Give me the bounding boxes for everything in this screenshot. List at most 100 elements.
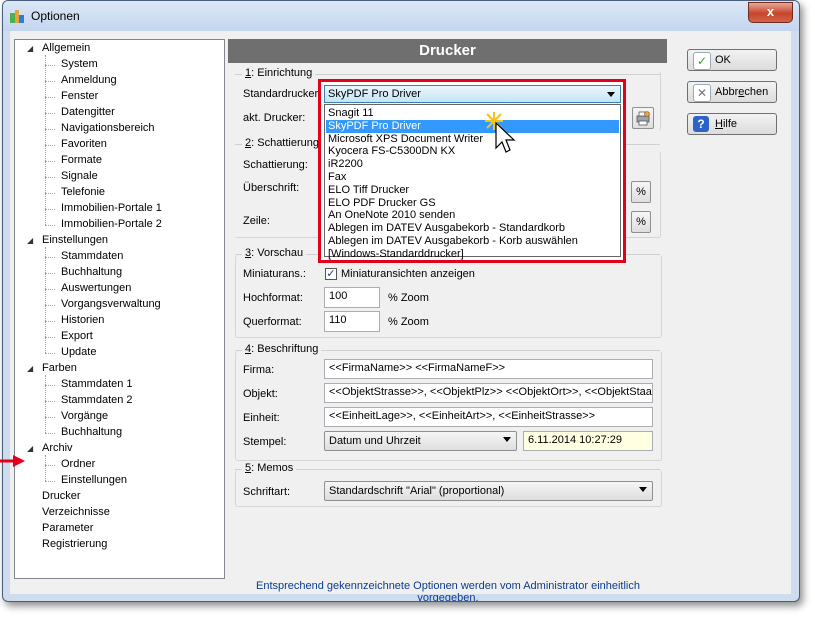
ok-check-icon: ✓ [693, 52, 711, 70]
printer-option[interactable]: Ablegen im DATEV Ausgabekorb - Standardk… [326, 222, 619, 235]
tree-connector [45, 113, 55, 114]
printer-options-list[interactable]: Snagit 11 SkyPDF Pro Driver Microsoft XPS … [324, 104, 621, 260]
window-title: Optionen [31, 9, 80, 23]
expand-toggle-icon[interactable]: ◢ [27, 364, 33, 373]
tree-item[interactable]: Update [61, 345, 96, 360]
printer-option[interactable]: ELO PDF Drucker GS [326, 197, 619, 210]
tree-item[interactable]: Formate [61, 153, 102, 168]
close-button[interactable]: x [748, 2, 793, 23]
querformat-input[interactable]: 110 [324, 311, 380, 332]
schriftart-select-value: Standardschrift "Arial" (proportional) [329, 485, 505, 497]
tree-item[interactable]: Vorgänge [61, 409, 108, 424]
expand-toggle-icon[interactable]: ◢ [27, 236, 33, 245]
tree-item[interactable]: Stammdaten 2 [61, 393, 133, 408]
tree-connector [45, 321, 55, 322]
printer-settings-button[interactable] [632, 107, 654, 129]
tree-connector [45, 129, 55, 130]
miniaturans-label: Miniaturans.: [243, 268, 306, 280]
printer-option[interactable]: Snagit 11 [326, 107, 619, 120]
printer-option[interactable]: iR2200 [326, 158, 619, 171]
tree-item[interactable]: Anmeldung [61, 73, 117, 88]
tree-connector [45, 257, 55, 258]
chevron-down-icon [639, 487, 647, 492]
tree-item[interactable]: Signale [61, 169, 98, 184]
ok-button[interactable]: ✓ OK [687, 49, 777, 71]
standarddrucker-select[interactable]: SkyPDF Pro Driver [324, 85, 621, 103]
einrichtung-title: 1: Einrichtung [242, 67, 316, 79]
printer-dropdown-frame: SkyPDF Pro Driver Snagit 11 SkyPDF Pro Dr… [318, 79, 626, 263]
printer-option[interactable]: Kyocera FS-C5300DN KX [326, 145, 619, 158]
tree-item[interactable]: Favoriten [61, 137, 107, 152]
tree-item[interactable]: Einstellungen [42, 233, 108, 248]
tree-item[interactable]: Buchhaltung [61, 265, 122, 280]
hilfe-label: Hilfe [715, 118, 738, 130]
miniaturans-checkbox[interactable]: ✓ [325, 268, 337, 280]
firma-label: Firma: [243, 364, 275, 376]
tree-item[interactable]: Allgemein [42, 41, 90, 56]
tree-item[interactable]: Export [61, 329, 93, 344]
tree-item[interactable]: Einstellungen [61, 473, 127, 488]
expand-toggle-icon[interactable]: ◢ [27, 44, 33, 53]
tree-item[interactable]: Archiv [42, 441, 73, 456]
schriftart-select[interactable]: Standardschrift "Arial" (proportional) [324, 481, 653, 501]
printer-option[interactable]: Ablegen im DATEV Ausgabekorb - Korb ausw… [326, 235, 619, 248]
tree-item[interactable]: Historien [61, 313, 104, 328]
abbrechen-button[interactable]: ✕ Abbrechen [687, 81, 777, 103]
schattierung-label: Schattierung: [243, 159, 308, 171]
tree-item[interactable]: Telefonie [61, 185, 105, 200]
miniaturans-text[interactable]: Miniaturansichten anzeigen [341, 268, 475, 280]
einrichtung-divider: 1: Einrichtung [235, 67, 660, 79]
einheit-input[interactable]: <<EinheitLage>>, <<EinheitArt>>, <<Einhe… [324, 407, 653, 427]
tree-connector [45, 193, 55, 194]
tree-item[interactable]: Parameter [42, 521, 93, 536]
akt-drucker-label: akt. Drucker: [243, 112, 306, 124]
tree-item[interactable]: Vorgangsverwaltung [61, 297, 161, 312]
tree-connector [45, 247, 46, 353]
tree-connector [45, 353, 55, 354]
tree-connector [45, 55, 46, 225]
tree-item[interactable]: Drucker [42, 489, 81, 504]
options-tree[interactable]: ◢ Allgemein System Anmeldung Fenster Datengit… [14, 39, 225, 579]
tree-item[interactable]: System [61, 57, 98, 72]
standarddrucker-select-value: SkyPDF Pro Driver [328, 88, 421, 100]
tree-item[interactable]: Immobilien-Portale 1 [61, 201, 162, 216]
title-bar: Optionen x [3, 1, 799, 31]
printer-option[interactable]: Microsoft XPS Document Writer [326, 133, 619, 146]
tree-connector [45, 433, 55, 434]
ueberschrift-percent-button[interactable]: % [631, 181, 651, 203]
printer-option[interactable]: ELO Tiff Drucker [326, 184, 619, 197]
printer-option[interactable]: [Windows-Standarddrucker] [326, 248, 619, 261]
hochformat-input[interactable]: 100 [324, 287, 380, 308]
tree-item[interactable]: Navigationsbereich [61, 121, 155, 136]
abbrechen-label: Abbrechen [715, 86, 769, 98]
tree-item[interactable]: Buchhaltung [61, 425, 122, 440]
tree-item[interactable]: Verzeichnisse [42, 505, 110, 520]
printer-option[interactable]: SkyPDF Pro Driver [326, 119, 619, 133]
tree-connector [45, 401, 55, 402]
firma-input[interactable]: <<FirmaName>> <<FirmaNameF>> [324, 359, 653, 379]
zeile-percent-button[interactable]: % [631, 211, 651, 233]
tree-item[interactable]: Registrierung [42, 537, 107, 552]
hochformat-unit: % Zoom [388, 292, 429, 304]
tree-item[interactable]: Datengitter [61, 105, 115, 120]
hilfe-button[interactable]: ? Hilfe [687, 113, 777, 135]
expand-toggle-icon[interactable]: ◢ [27, 444, 33, 453]
tree-item[interactable]: Stammdaten 1 [61, 377, 133, 392]
schattierung-title: 2: Schattierung [242, 137, 322, 149]
printer-option[interactable]: An OneNote 2010 senden [326, 209, 619, 222]
tree-item[interactable]: Fenster [61, 89, 98, 104]
tree-item[interactable]: Stammdaten [61, 249, 123, 264]
printer-option[interactable]: Fax [326, 171, 619, 184]
querformat-label: Querformat: [243, 316, 302, 328]
objekt-input[interactable]: <<ObjektStrasse>>, <<ObjektPlz>> <<Objek… [324, 383, 653, 403]
tree-connector [45, 273, 55, 274]
tree-item[interactable]: Ordner [61, 457, 95, 472]
objekt-label: Objekt: [243, 388, 278, 400]
tree-item[interactable]: Auswertungen [61, 281, 131, 296]
tree-connector [45, 375, 46, 433]
printer-settings-icon [636, 111, 650, 126]
tree-item[interactable]: Farben [42, 361, 77, 376]
tree-item[interactable]: Immobilien-Portale 2 [61, 217, 162, 232]
tree-connector [45, 161, 55, 162]
stempel-select[interactable]: Datum und Uhrzeit [324, 431, 517, 451]
